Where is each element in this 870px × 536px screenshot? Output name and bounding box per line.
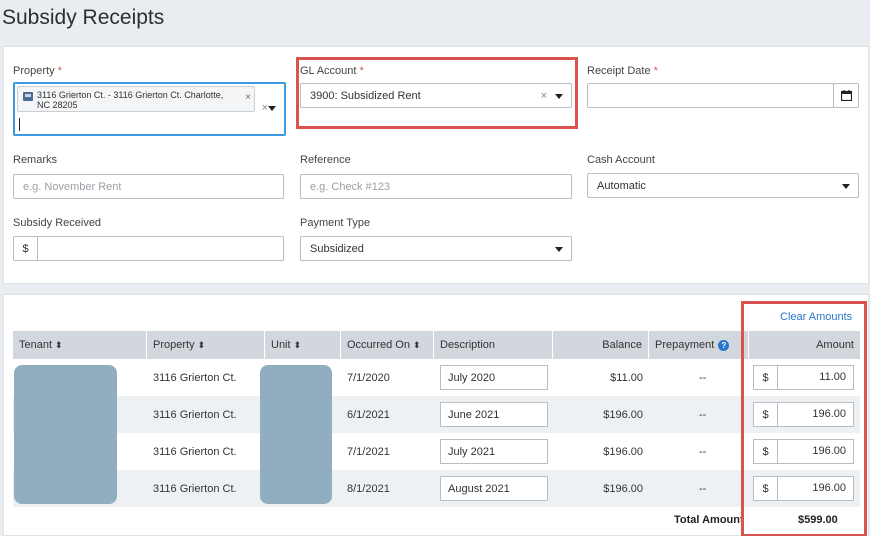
amount-column-highlight [741, 301, 867, 536]
sort-icon: ⬍ [55, 339, 63, 350]
sort-icon: ⬍ [412, 339, 421, 350]
subsidy-received-label: Subsidy Received [13, 217, 102, 229]
col-tenant[interactable]: Tenant ⬍ [13, 331, 147, 359]
reference-label: Reference [300, 154, 351, 166]
property-chip-label: 3116 Grierton Ct. - 3116 Grierton Ct. Ch… [37, 90, 224, 110]
table-row: 3116 Grierton Ct. 7/1/2020 July 2020 $11… [13, 359, 860, 396]
col-unit[interactable]: Unit ⬍ [265, 331, 341, 359]
subsidy-received-input[interactable]: $ [13, 236, 284, 261]
receipt-form-card: Property * 3116 Grierton Ct. - 3116 Grie… [3, 46, 869, 284]
row-description-input[interactable]: June 2021 [440, 402, 548, 427]
row-balance: $196.00 [603, 445, 643, 458]
total-amount-label: Total Amount [674, 514, 744, 526]
row-prepayment: -- [699, 408, 707, 421]
col-property[interactable]: Property ⬍ [147, 331, 265, 359]
row-prepayment: -- [699, 371, 707, 384]
remarks-placeholder: e.g. November Rent [23, 180, 122, 193]
receipt-date-input[interactable] [587, 83, 834, 108]
sort-icon: ⬍ [197, 339, 206, 350]
help-icon[interactable]: ? [718, 339, 730, 351]
table-header: Tenant ⬍ Property ⬍ Unit ⬍ Occurred On ⬍ Des… [13, 331, 860, 359]
row-occurred-on: 8/1/2021 [347, 482, 390, 495]
cash-account-select[interactable]: Automatic [587, 173, 859, 198]
row-description-input[interactable]: July 2020 [440, 365, 548, 390]
cash-account-value: Automatic [597, 179, 646, 192]
remarks-input[interactable]: e.g. November Rent [13, 174, 284, 199]
page-title: Subsidy Receipts [2, 6, 165, 29]
row-description-input[interactable]: July 2021 [440, 439, 548, 464]
receipt-date-label: Receipt Date * [587, 65, 658, 77]
row-description-input[interactable]: August 2021 [440, 476, 548, 501]
reference-placeholder: e.g. Check #123 [310, 180, 391, 193]
row-property: 3116 Grierton Ct. [153, 408, 237, 421]
row-prepayment: -- [699, 482, 707, 495]
row-prepayment: -- [699, 445, 707, 458]
table-row: 3116 Grierton Ct. 6/1/2021 June 2021 $19… [13, 396, 860, 433]
row-property: 3116 Grierton Ct. [153, 482, 237, 495]
table-row: 3116 Grierton Ct. 7/1/2021 July 2021 $19… [13, 433, 860, 470]
row-balance: $11.00 [610, 371, 643, 384]
payment-type-select[interactable]: Subsidized [300, 236, 572, 261]
sort-icon: ⬍ [293, 339, 302, 350]
row-property: 3116 Grierton Ct. [153, 371, 237, 384]
table-row: 3116 Grierton Ct. 8/1/2021 August 2021 $… [13, 470, 860, 507]
remove-chip-icon[interactable]: × [245, 92, 251, 103]
payment-type-label: Payment Type [300, 217, 371, 229]
property-select[interactable]: 3116 Grierton Ct. - 3116 Grierton Ct. Ch… [13, 82, 286, 136]
row-occurred-on: 7/1/2020 [347, 371, 390, 384]
property-label: Property * [13, 65, 62, 77]
row-property: 3116 Grierton Ct. [153, 445, 237, 458]
receivables-table-card: Clear Amounts Tenant ⬍ Property ⬍ Unit ⬍ Oc… [3, 294, 869, 536]
col-prepayment: Prepayment? [649, 331, 749, 359]
row-balance: $196.00 [603, 408, 643, 421]
property-chip: 3116 Grierton Ct. - 3116 Grierton Ct. Ch… [17, 86, 255, 112]
chevron-down-icon[interactable] [842, 184, 850, 189]
remarks-label: Remarks [13, 154, 58, 166]
col-description: Description [434, 331, 553, 359]
calendar-icon [840, 90, 852, 101]
redacted-unit [260, 365, 332, 504]
payment-type-value: Subsidized [310, 242, 364, 255]
cash-account-label: Cash Account [587, 154, 655, 166]
col-occurred-on[interactable]: Occurred On ⬍ [341, 331, 434, 359]
row-occurred-on: 6/1/2021 [347, 408, 390, 421]
building-icon [23, 92, 33, 101]
row-occurred-on: 7/1/2021 [347, 445, 390, 458]
row-balance: $196.00 [603, 482, 643, 495]
currency-prefix: $ [14, 237, 38, 260]
reference-input[interactable]: e.g. Check #123 [300, 174, 572, 199]
chevron-down-icon[interactable] [555, 247, 563, 252]
redacted-tenant [14, 365, 117, 504]
text-cursor [19, 118, 20, 131]
gl-account-highlight [296, 57, 578, 129]
chevron-down-icon[interactable] [268, 106, 276, 111]
col-balance: Balance [553, 331, 649, 359]
calendar-button[interactable] [833, 83, 859, 108]
